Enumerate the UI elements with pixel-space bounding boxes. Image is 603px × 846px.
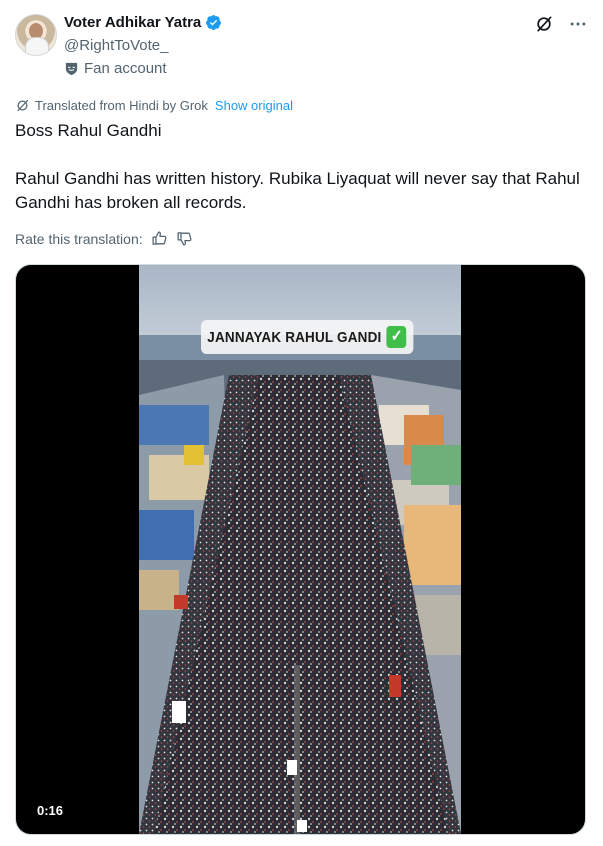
grok-icon <box>17 99 29 112</box>
show-original-link[interactable]: Show original <box>215 98 293 113</box>
verified-badge-icon <box>206 15 222 30</box>
video-player[interactable]: JANNAYAK RAHUL GANDI ✓ 0:16 <box>15 264 586 835</box>
check-mark-icon: ✓ <box>386 326 407 348</box>
avatar-body <box>25 37 49 55</box>
video-duration: 0:16 <box>32 801 69 820</box>
rate-translation: Rate this translation: <box>15 230 193 247</box>
grok-icon[interactable] <box>534 14 554 34</box>
fan-account-label: Fan account <box>64 60 167 77</box>
thumbs-up-icon[interactable] <box>151 230 168 247</box>
name-row: Voter Adhikar Yatra <box>64 14 222 31</box>
fan-badge-icon <box>65 62 78 76</box>
thumbs-down-icon[interactable] <box>176 230 193 247</box>
avatar[interactable] <box>15 14 57 56</box>
video-overlay-caption: JANNAYAK RAHUL GANDI ✓ <box>201 320 414 354</box>
translation-note: Translated from Hindi by Grok Show origi… <box>15 98 293 113</box>
tweet-text: Boss Rahul Gandhi Rahul Gandhi has writt… <box>15 119 585 215</box>
display-name[interactable]: Voter Adhikar Yatra <box>64 14 201 31</box>
tweet-line-2: Rahul Gandhi has written history. Rubika… <box>15 169 580 212</box>
rate-translation-label: Rate this translation: <box>15 230 143 247</box>
account-handle[interactable]: @RightToVote_ <box>64 37 168 54</box>
tweet-line-1: Boss Rahul Gandhi <box>15 121 162 140</box>
more-icon[interactable] <box>568 14 588 34</box>
header-actions <box>534 14 588 34</box>
overlay-caption-text: JANNAYAK RAHUL GANDI <box>207 328 382 346</box>
fan-account-text: Fan account <box>84 60 167 77</box>
tweet-header: Voter Adhikar Yatra @RightToVote_ Fan ac… <box>15 12 588 82</box>
translation-note-text: Translated from Hindi by Grok <box>35 98 208 113</box>
